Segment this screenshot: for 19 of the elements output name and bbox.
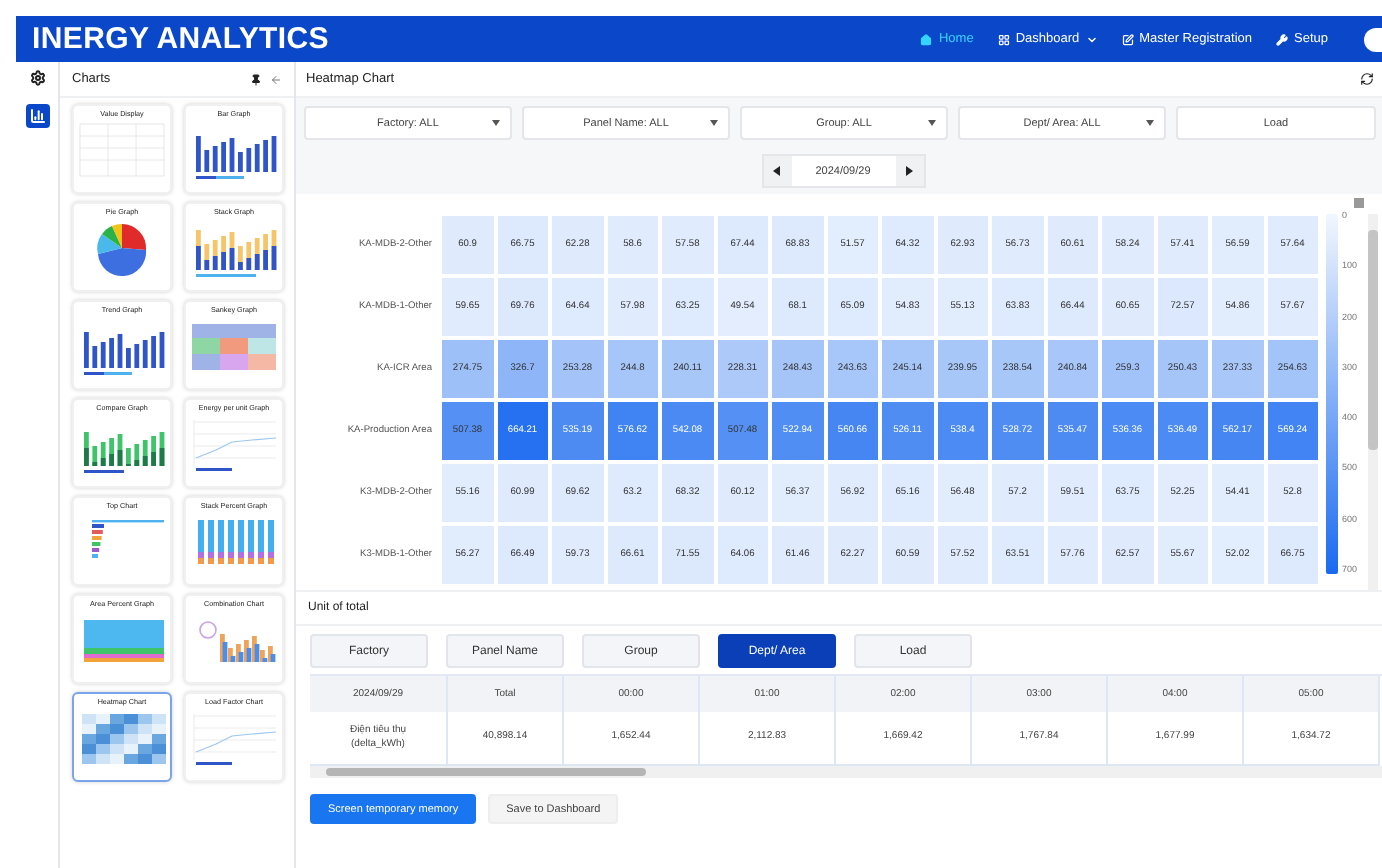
back-icon[interactable] xyxy=(270,73,282,85)
chart-button[interactable] xyxy=(25,104,49,128)
avatar-icon[interactable] xyxy=(1364,27,1382,51)
right-arrow-icon xyxy=(904,166,914,176)
next-button[interactable] xyxy=(895,156,923,186)
app-logo: INERGY ANALYTICS xyxy=(32,22,330,56)
home-icon xyxy=(920,33,933,45)
chart-thumbnail xyxy=(76,708,168,768)
caret-icon xyxy=(1085,33,1098,45)
chart-thumbnail xyxy=(188,708,280,768)
settings-icon[interactable] xyxy=(29,70,45,86)
edit-icon xyxy=(1121,33,1134,45)
chart-thumbnail xyxy=(188,414,280,474)
pin-icon[interactable] xyxy=(250,73,262,85)
refresh-icon[interactable] xyxy=(1360,72,1374,86)
grid-icon xyxy=(997,33,1010,45)
previous-button[interactable] xyxy=(763,156,791,186)
wrench-icon xyxy=(1276,33,1288,45)
left-arrow-icon xyxy=(772,166,782,176)
